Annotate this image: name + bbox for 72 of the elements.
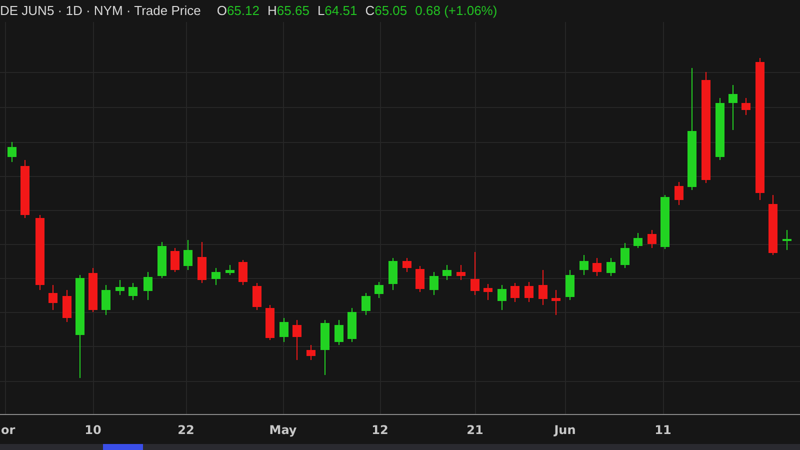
candle bbox=[484, 284, 492, 300]
candle bbox=[20, 160, 30, 218]
axis-label: 21 bbox=[466, 423, 484, 437]
candle bbox=[470, 252, 480, 296]
quote-value: 65.05 bbox=[374, 2, 408, 20]
candle bbox=[128, 282, 138, 300]
candle bbox=[580, 254, 588, 276]
candle bbox=[716, 98, 724, 160]
candle bbox=[606, 258, 616, 276]
quote-value: 64.51 bbox=[324, 2, 358, 20]
candle bbox=[280, 318, 288, 342]
axis-label: 12 bbox=[372, 423, 388, 437]
axis-label: 10 bbox=[84, 423, 102, 437]
quote-label: C bbox=[365, 2, 375, 20]
candle bbox=[184, 240, 192, 270]
candle bbox=[238, 260, 248, 286]
candle bbox=[334, 320, 344, 346]
price-change: 0.68 (+1.06%) bbox=[415, 2, 498, 20]
candle bbox=[212, 268, 220, 286]
candle bbox=[320, 320, 330, 376]
axis-label: 11 bbox=[654, 423, 672, 437]
quote-label: L bbox=[317, 2, 325, 20]
axis-label: May bbox=[269, 423, 297, 437]
candle bbox=[62, 290, 72, 322]
candle bbox=[266, 304, 274, 340]
candle bbox=[292, 320, 302, 360]
candle bbox=[306, 344, 316, 360]
axis-label: 22 bbox=[178, 423, 194, 437]
chart-title: DE JUN5 · 1D · NYM · Trade Price bbox=[0, 2, 201, 20]
candle bbox=[198, 242, 206, 284]
axis-label: Jun bbox=[554, 423, 576, 437]
candle bbox=[416, 266, 424, 292]
candle bbox=[742, 98, 750, 116]
candle bbox=[226, 264, 234, 276]
candle bbox=[402, 258, 412, 272]
quote-value: 65.65 bbox=[276, 2, 310, 20]
candle bbox=[510, 282, 520, 302]
candle bbox=[566, 270, 574, 300]
candle bbox=[102, 284, 110, 316]
candle bbox=[552, 290, 560, 316]
candle bbox=[116, 280, 124, 296]
candle bbox=[430, 272, 438, 296]
candle bbox=[538, 270, 548, 306]
candle bbox=[648, 230, 656, 248]
candle bbox=[362, 292, 370, 316]
quote-label: H bbox=[268, 2, 277, 20]
candle bbox=[374, 282, 384, 298]
candle bbox=[782, 230, 792, 250]
candle bbox=[768, 194, 778, 256]
candle bbox=[728, 84, 738, 130]
candle bbox=[170, 248, 180, 272]
candle bbox=[48, 284, 58, 310]
candle bbox=[8, 142, 16, 162]
candle bbox=[144, 272, 152, 300]
candle bbox=[674, 182, 684, 206]
candle bbox=[524, 282, 534, 302]
candle bbox=[252, 282, 262, 310]
candle bbox=[158, 242, 166, 278]
candle bbox=[88, 268, 98, 312]
candle bbox=[456, 264, 466, 280]
candle bbox=[592, 258, 602, 276]
quote-label: O bbox=[216, 2, 227, 20]
candle bbox=[660, 194, 670, 250]
candle bbox=[388, 258, 398, 290]
candle bbox=[620, 242, 630, 268]
candle bbox=[634, 232, 642, 248]
candle bbox=[442, 264, 452, 280]
axis-label: or bbox=[1, 423, 16, 437]
candle bbox=[348, 308, 356, 342]
navigator-handle[interactable] bbox=[103, 444, 143, 450]
quote-value: 65.12 bbox=[226, 2, 260, 20]
candle bbox=[498, 284, 506, 310]
